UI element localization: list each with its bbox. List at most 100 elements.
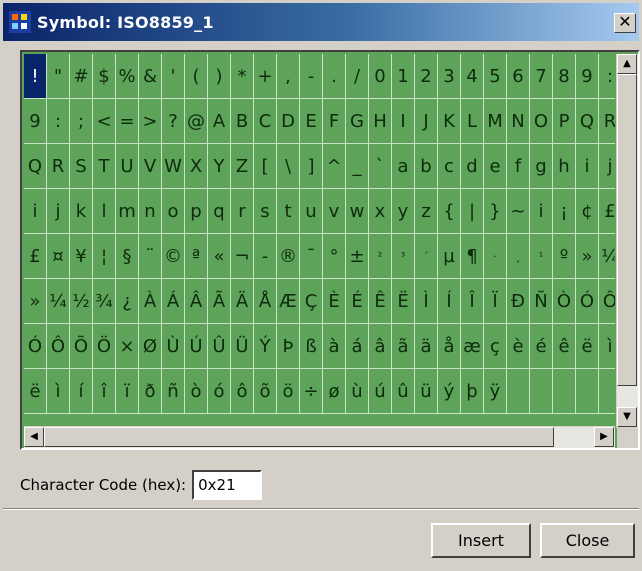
symbol-cell[interactable]: ÷ [300,369,323,414]
symbol-cell[interactable]: á [346,324,369,369]
symbol-cell[interactable]: µ [438,234,461,279]
symbol-cell[interactable]: @ [185,99,208,144]
symbol-cell[interactable]: ô [231,369,254,414]
symbol-cell[interactable]: { [438,189,461,234]
symbol-cell[interactable]: } [484,189,507,234]
symbol-cell[interactable]: / [346,54,369,99]
symbol-cell[interactable]: , [277,54,300,99]
symbol-cell[interactable]: A [208,99,231,144]
symbol-cell[interactable]: Ê [369,279,392,324]
symbol-cell[interactable]: î [93,369,116,414]
symbol-cell[interactable]: å [438,324,461,369]
symbol-cell[interactable]: - [300,54,323,99]
symbol-cell[interactable]: j [47,189,70,234]
symbol-cell[interactable]: ~ [507,189,530,234]
symbol-cell[interactable]: 4 [461,54,484,99]
symbol-cell[interactable]: « [208,234,231,279]
symbol-cell[interactable]: ` [369,144,392,189]
symbol-cell[interactable]: Ï [484,279,507,324]
symbol-cell[interactable]: Õ [70,324,93,369]
symbol-cell[interactable]: Í [438,279,461,324]
symbol-cell[interactable]: : [47,99,70,144]
symbol-cell[interactable]: D [277,99,300,144]
symbol-cell[interactable]: ® [277,234,300,279]
symbol-cell[interactable]: ¯ [300,234,323,279]
symbol-cell[interactable]: H [369,99,392,144]
symbol-cell[interactable]: Q [576,99,599,144]
symbol-cell[interactable]: û [392,369,415,414]
symbol-cell[interactable]: 7 [530,54,553,99]
horizontal-scroll-thumb[interactable] [44,427,554,447]
symbol-cell[interactable]: ) [208,54,231,99]
symbol-cell[interactable]: à [323,324,346,369]
symbol-cell[interactable]: ¸ [507,234,530,279]
symbol-cell[interactable]: ´ [415,234,438,279]
symbol-cell[interactable]: k [70,189,93,234]
symbol-cell[interactable]: 3 [438,54,461,99]
symbol-cell[interactable]: × [116,324,139,369]
symbol-cell[interactable]: ¬ [231,234,254,279]
symbol-cell[interactable]: m [116,189,139,234]
symbol-cell[interactable]: Ó [576,279,599,324]
symbol-cell[interactable]: ¶ [461,234,484,279]
symbol-cell[interactable]: d [461,144,484,189]
symbol-cell[interactable]: T [93,144,116,189]
symbol-cell[interactable]: Z [231,144,254,189]
symbol-cell[interactable]: Ô [599,279,615,324]
symbol-cell[interactable]: * [231,54,254,99]
symbol-cell[interactable]: ± [346,234,369,279]
symbol-cell[interactable]: ( [185,54,208,99]
symbol-cell[interactable]: ¼ [599,234,615,279]
symbol-cell[interactable]: Ø [139,324,162,369]
symbol-cell[interactable]: ¦ [93,234,116,279]
symbol-cell[interactable]: þ [461,369,484,414]
symbol-cell[interactable]: Û [208,324,231,369]
symbol-cell[interactable]: + [254,54,277,99]
symbol-cell[interactable]: Ò [553,279,576,324]
symbol-cell[interactable]: M [484,99,507,144]
symbol-cell[interactable]: p [185,189,208,234]
symbol-cell[interactable]: w [346,189,369,234]
close-icon[interactable]: ✕ [614,13,636,33]
symbol-cell[interactable]: È [323,279,346,324]
symbol-cell[interactable]: s [254,189,277,234]
vertical-scroll-thumb[interactable] [617,74,637,386]
symbol-cell[interactable]: 9 [24,99,47,144]
symbol-cell[interactable]: j [599,144,615,189]
symbol-cell[interactable]: ^ [323,144,346,189]
symbol-cell[interactable] [530,369,553,414]
symbol-cell[interactable]: © [162,234,185,279]
symbol-cell[interactable]: Á [162,279,185,324]
symbol-cell[interactable]: ÿ [484,369,507,414]
symbol-cell[interactable]: z [415,189,438,234]
symbol-cell[interactable]: ¿ [116,279,139,324]
symbol-cell[interactable]: ¨ [139,234,162,279]
symbol-cell[interactable]: | [461,189,484,234]
symbol-cell[interactable]: ö [277,369,300,414]
symbol-cell[interactable]: Î [461,279,484,324]
symbol-cell[interactable]: [ [254,144,277,189]
symbol-cell[interactable]: ü [415,369,438,414]
symbol-cell[interactable]: Â [185,279,208,324]
symbol-cell[interactable]: n [139,189,162,234]
symbol-cell[interactable]: \ [277,144,300,189]
symbol-cell[interactable]: 9 [576,54,599,99]
symbol-cell[interactable]: ê [553,324,576,369]
symbol-cell[interactable]: X [185,144,208,189]
symbol-cell[interactable]: L [461,99,484,144]
symbol-cell[interactable]: J [415,99,438,144]
symbol-cell[interactable]: ç [484,324,507,369]
symbol-cell[interactable]: Å [254,279,277,324]
character-code-input[interactable] [192,470,263,500]
symbol-cell[interactable]: é [530,324,553,369]
symbol-cell[interactable]: W [162,144,185,189]
symbol-cell[interactable]: » [576,234,599,279]
symbol-cell[interactable]: g [530,144,553,189]
symbol-cell[interactable] [576,369,599,414]
symbol-cell[interactable]: ë [24,369,47,414]
symbol-cell[interactable]: º [553,234,576,279]
symbol-cell[interactable]: K [438,99,461,144]
symbol-cell[interactable]: ¾ [93,279,116,324]
symbol-cell[interactable]: V [139,144,162,189]
symbol-cell[interactable]: G [346,99,369,144]
